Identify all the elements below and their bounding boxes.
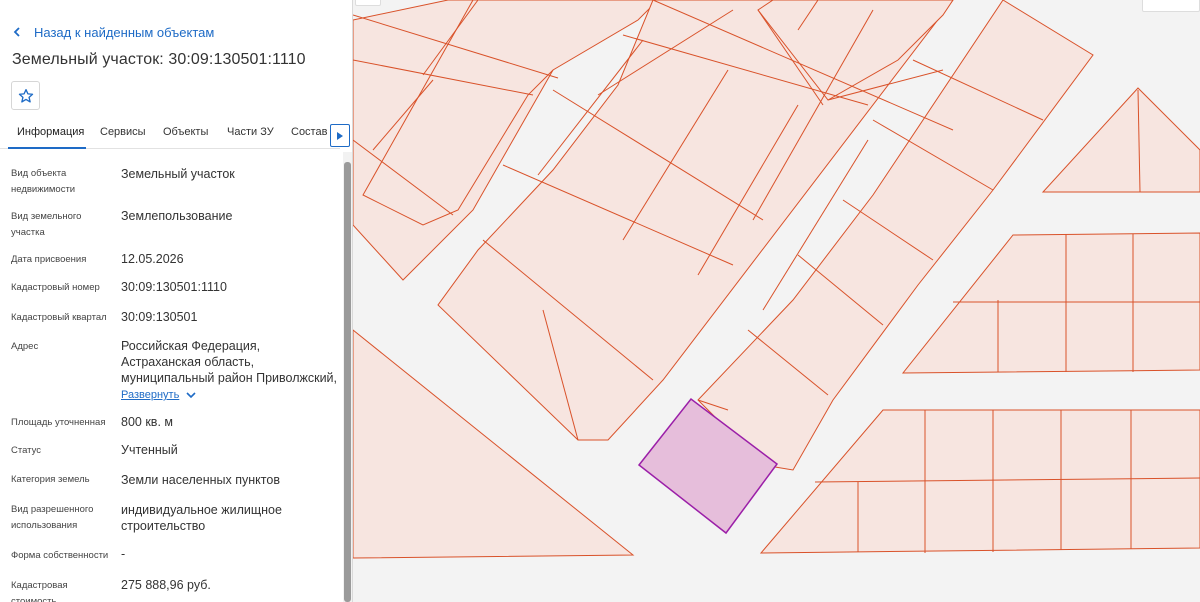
field-label-cadastral-value: Кадастровая стоимость	[11, 580, 68, 602]
field-label-object-type: Вид объекта недвижимости	[11, 168, 76, 195]
field-value-cadastral-number: 30:09:130501:1110	[121, 280, 227, 294]
field-label-address: Адрес	[11, 341, 39, 352]
tab-bar: Информация Сервисы Объекты Части ЗУ Сост…	[0, 120, 340, 149]
field-value-status: Учтенный	[121, 443, 178, 457]
map-zoom-control[interactable]	[355, 0, 381, 6]
expand-label: Развернуть	[121, 389, 180, 401]
field-value-assign-date: 12.05.2026	[121, 252, 184, 266]
field-label-status: Статус	[11, 445, 42, 456]
properties-list: Вид объекта недвижимости Земельный участ…	[0, 152, 343, 602]
scrollbar-thumb[interactable]	[344, 162, 351, 602]
tab-info[interactable]: Информация	[17, 126, 84, 138]
field-label-cadastral-quarter: Кадастровый квартал	[11, 312, 107, 323]
field-value-ownership: -	[121, 547, 126, 561]
field-value-permitted-use: индивидуальное жилищное строительство	[121, 503, 282, 533]
info-panel: Назад к найденным объектам Земельный уча…	[0, 0, 353, 602]
address-text: Российская Федерация, Астраханская облас…	[121, 339, 338, 385]
map-layer-control[interactable]	[1142, 0, 1200, 12]
tabs-scroll-right-button[interactable]	[330, 124, 350, 147]
back-to-results-link[interactable]: Назад к найденным объектам	[13, 22, 214, 42]
tab-objects[interactable]: Объекты	[163, 126, 208, 138]
star-outline-icon	[18, 88, 33, 103]
field-value-land-category: Земли населенных пунктов	[121, 473, 280, 487]
expand-address-link[interactable]: Развернуть	[121, 387, 197, 403]
field-label-area: Площадь уточненная	[11, 417, 106, 428]
map-canvas[interactable]	[353, 0, 1200, 602]
tab-parts[interactable]: Части ЗУ	[227, 126, 274, 138]
tab-composition[interactable]: Состав	[291, 126, 327, 138]
field-value-land-type: Землепользование	[121, 209, 233, 223]
map-block-right-middle[interactable]	[901, 232, 1200, 374]
field-value-object-type: Земельный участок	[121, 167, 235, 181]
chevron-left-icon	[13, 27, 20, 37]
page-title: Земельный участок: 30:09:130501:1110	[12, 51, 306, 68]
cadastral-map[interactable]	[353, 0, 1200, 602]
field-label-assign-date: Дата присвоения	[11, 254, 87, 265]
field-label-land-category: Категория земель	[11, 474, 90, 485]
chevron-down-icon	[186, 392, 196, 399]
favorite-button[interactable]	[11, 81, 40, 110]
field-value-address: Российская Федерация, Астраханская облас…	[121, 338, 341, 403]
field-label-permitted-use: Вид разрешенного использования	[11, 504, 94, 531]
field-value-cadastral-quarter: 30:09:130501	[121, 310, 198, 324]
field-value-area: 800 кв. м	[121, 415, 173, 429]
field-label-land-type: Вид земельного участка	[11, 211, 82, 238]
back-label: Назад к найденным объектам	[34, 24, 215, 40]
map-block-right-triangle[interactable]	[1041, 87, 1200, 193]
field-label-cadastral-number: Кадастровый номер	[11, 282, 100, 293]
tab-services[interactable]: Сервисы	[100, 126, 146, 138]
active-tab-indicator	[8, 147, 86, 149]
field-label-ownership: Форма собственности	[11, 550, 109, 561]
field-value-cadastral-value: 275 888,96 руб.	[121, 578, 211, 592]
triangle-right-icon	[337, 131, 343, 140]
